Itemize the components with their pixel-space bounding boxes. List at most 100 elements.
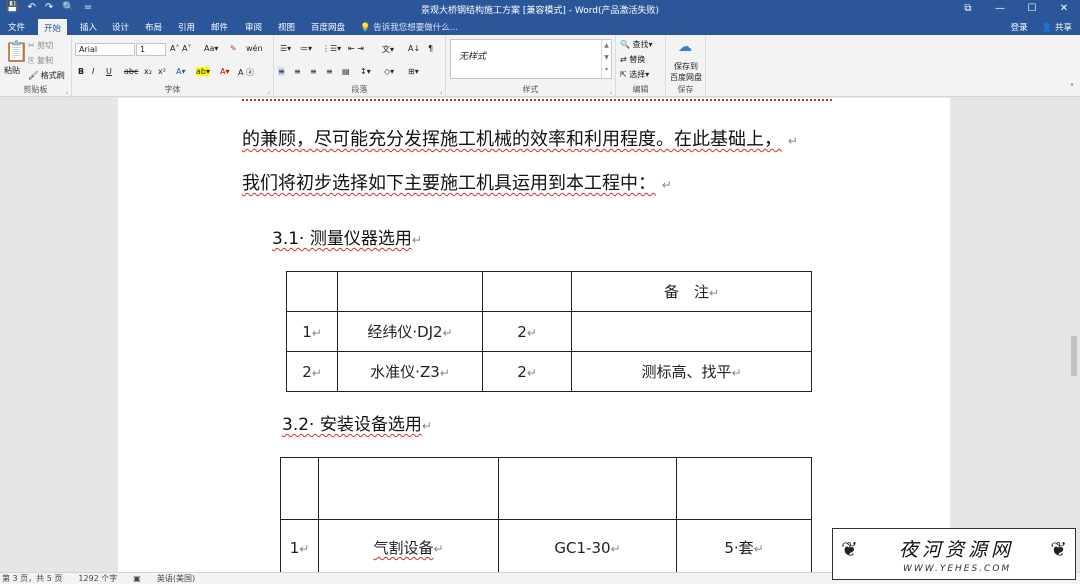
change-case-icon[interactable]: Aa▾ — [204, 44, 218, 53]
find-button[interactable]: 🔍 查找▾ — [620, 39, 653, 50]
dialog-launcher-icon[interactable]: ⌟ — [439, 88, 442, 95]
table-cell[interactable]: 1↵ — [286, 311, 338, 352]
save-to-baidu-button[interactable]: 保存到 百度网盘 — [669, 61, 703, 83]
table-cell[interactable]: 经纬仪·DJ2↵ — [337, 311, 483, 352]
document-area[interactable]: 的兼顾，尽可能充分发挥施工机械的效率和利用程度。在此基础上， ↵ 我们将初步选择… — [0, 98, 1068, 572]
bold-button[interactable]: B — [78, 67, 84, 76]
share-button[interactable]: 👤 共享 — [1042, 21, 1072, 33]
tab-home[interactable]: 开始 — [38, 19, 68, 35]
style-no-style[interactable]: 无样式 — [459, 49, 486, 62]
table-cell[interactable]: 气割设备↵ — [318, 519, 499, 572]
table-cell[interactable]: 备 注↵ — [571, 271, 812, 312]
equipment-table[interactable]: 1↵ 气割设备↵ GC1-30↵ 5·套↵ — [280, 457, 812, 572]
table-cell[interactable]: 2↵ — [482, 351, 572, 392]
heading-3-2[interactable]: 3.2· 安装设备选用↵ — [282, 410, 432, 435]
table-cell[interactable] — [286, 271, 338, 312]
copy-button[interactable]: ⎘ 复制 — [28, 55, 53, 66]
baidu-cloud-icon[interactable]: ☁ — [678, 39, 692, 55]
collapse-ribbon-icon[interactable]: ˄ — [1070, 83, 1074, 92]
heading-3-1[interactable]: 3.1· 测量仪器选用↵ — [272, 224, 422, 249]
table-cell[interactable]: 水准仪·Z3↵ — [337, 351, 483, 392]
table-cell[interactable] — [498, 457, 677, 520]
dialog-launcher-icon[interactable]: ⌟ — [609, 88, 612, 95]
tab-design[interactable]: 设计 — [112, 21, 129, 33]
tab-view[interactable]: 视图 — [278, 21, 295, 33]
phonetic-icon[interactable]: wén — [246, 44, 263, 53]
vertical-scrollbar[interactable] — [1068, 98, 1080, 572]
tab-mailings[interactable]: 邮件 — [211, 21, 228, 33]
justify-icon[interactable]: ≡ — [326, 67, 333, 76]
tab-references[interactable]: 引用 — [178, 21, 195, 33]
tab-insert[interactable]: 插入 — [80, 21, 97, 33]
word-count[interactable]: 1292 个字 — [78, 573, 117, 584]
login-link[interactable]: 登录 — [1011, 21, 1028, 33]
align-center-icon[interactable]: ≡ — [294, 67, 301, 76]
table-cell[interactable] — [676, 457, 812, 520]
table-cell[interactable]: 2↵ — [286, 351, 338, 392]
page-count[interactable]: 第 3 页，共 5 页 — [2, 573, 62, 584]
style-gallery[interactable]: 无样式 ▲ ▼ ▾ — [450, 39, 612, 79]
tab-file[interactable]: 文件 — [8, 21, 25, 33]
numbering-icon[interactable]: ≔▾ — [300, 44, 312, 53]
italic-button[interactable]: I — [92, 67, 94, 76]
replace-button[interactable]: ⇄ 替换 — [620, 54, 645, 65]
bullets-icon[interactable]: ☰▾ — [280, 44, 291, 53]
multilevel-list-icon[interactable]: ⋮☰▾ — [322, 44, 341, 53]
sort-icon[interactable]: A↓ — [408, 44, 420, 53]
underline-button[interactable]: U — [106, 67, 112, 76]
table-cell[interactable] — [337, 271, 483, 312]
cut-button[interactable]: ✂ 剪切 — [28, 40, 53, 51]
instrument-table[interactable]: 备 注↵ 1↵ 经纬仪·DJ2↵ 2↵ 2↵ 水准仪·Z3↵ 2↵ 测标高、找平… — [286, 271, 812, 392]
ribbon-display-icon[interactable]: ⧉ — [952, 0, 984, 18]
language[interactable]: 英语(美国) — [157, 573, 195, 584]
highlight-icon[interactable]: ab▾ — [196, 67, 210, 76]
font-size-select[interactable]: 1 — [136, 43, 166, 56]
document-page[interactable]: 的兼顾，尽可能充分发挥施工机械的效率和利用程度。在此基础上， ↵ 我们将初步选择… — [118, 98, 950, 572]
style-gallery-scroll[interactable]: ▲ ▼ ▾ — [601, 40, 611, 78]
tell-me-box[interactable]: 💡 告诉我您想要做什么... — [360, 21, 458, 33]
tab-baidu-netdisk[interactable]: 百度网盘 — [311, 21, 345, 33]
maximize-button[interactable]: ☐ — [1016, 0, 1048, 18]
line-spacing-icon[interactable]: ↕▾ — [360, 67, 371, 76]
paste-icon[interactable]: 📋 — [4, 39, 29, 63]
scrollbar-thumb[interactable] — [1071, 336, 1077, 376]
superscript-button[interactable]: x² — [158, 67, 166, 76]
clear-format-icon[interactable]: ✎ — [230, 44, 237, 53]
close-button[interactable]: ✕ — [1048, 0, 1080, 18]
table-cell[interactable] — [482, 271, 572, 312]
shading-icon[interactable]: ◇▾ — [384, 67, 394, 76]
show-marks-icon[interactable]: ¶ — [428, 44, 433, 53]
paragraph-1[interactable]: 的兼顾，尽可能充分发挥施工机械的效率和利用程度。在此基础上， ↵ — [242, 125, 798, 151]
table-cell[interactable]: 5·套↵ — [676, 519, 812, 572]
table-cell[interactable]: 测标高、找平↵ — [571, 351, 812, 392]
indent-icon[interactable]: ⇤ ⇥ — [348, 44, 364, 53]
tab-layout[interactable]: 布局 — [145, 21, 162, 33]
paragraph-2[interactable]: 我们将初步选择如下主要施工机具运用到本工程中： ↵ — [242, 169, 672, 195]
strikethrough-button[interactable]: abc — [124, 67, 138, 76]
asian-layout-icon[interactable]: 文▾ — [382, 44, 394, 55]
paste-button[interactable]: 粘贴 — [4, 65, 20, 76]
text-effects-icon[interactable]: A▾ — [176, 67, 186, 76]
table-cell[interactable]: GC1-30↵ — [498, 519, 677, 572]
format-painter-button[interactable]: 🖌 格式刷 — [28, 70, 65, 81]
font-color-icon[interactable]: A▾ — [220, 67, 230, 76]
char-shading-icon[interactable]: A ⓐ — [238, 67, 254, 78]
font-name-select[interactable]: Arial — [75, 43, 135, 56]
dialog-launcher-icon[interactable]: ⌟ — [267, 88, 270, 95]
borders-icon[interactable]: ⊞▾ — [408, 67, 419, 76]
proofing-icon[interactable]: ▣ — [133, 573, 141, 584]
table-cell[interactable]: 2↵ — [482, 311, 572, 352]
dialog-launcher-icon[interactable]: ⌟ — [65, 88, 68, 95]
table-cell[interactable] — [571, 311, 812, 352]
table-cell[interactable]: 1↵ — [280, 519, 319, 572]
subscript-button[interactable]: x₂ — [144, 67, 152, 76]
table-cell[interactable] — [318, 457, 499, 520]
minimize-button[interactable]: — — [984, 0, 1016, 18]
tab-review[interactable]: 审阅 — [245, 21, 262, 33]
grow-font-icon[interactable]: A˄ A˅ — [170, 44, 192, 53]
align-right-icon[interactable]: ≡ — [310, 67, 317, 76]
align-left-icon[interactable]: ≡ — [278, 67, 285, 76]
table-cell[interactable] — [280, 457, 319, 520]
distribute-icon[interactable]: ▤ — [342, 67, 350, 76]
select-button[interactable]: ⇱ 选择▾ — [620, 69, 649, 80]
